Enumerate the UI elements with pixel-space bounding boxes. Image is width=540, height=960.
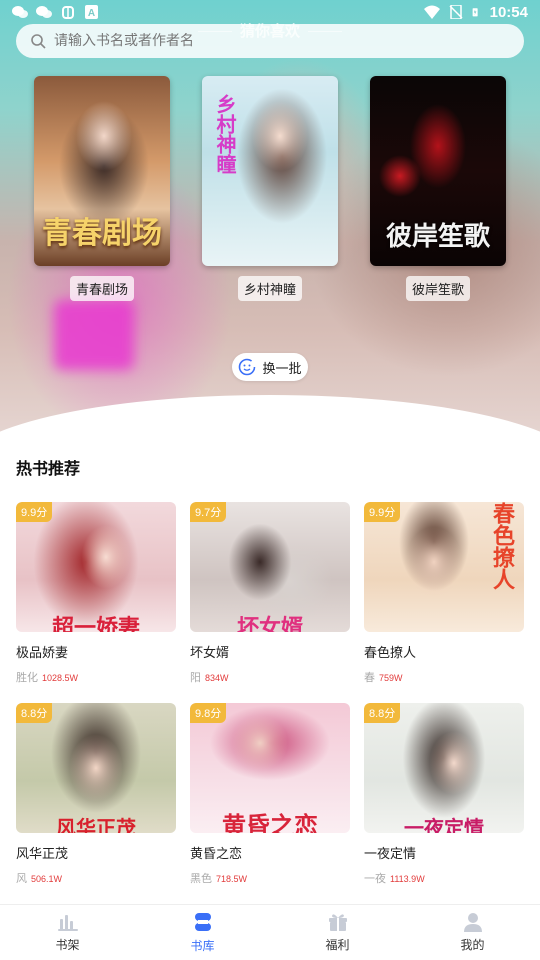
tab-mine[interactable]: 我的 [405, 905, 540, 960]
read-count: 1113.9W [390, 874, 425, 884]
book-meta: 黑色 718.5W [190, 870, 350, 886]
tab-label: 我的 [460, 938, 485, 952]
book-title: 彼岸笙歌 [405, 276, 470, 301]
hot-book-card[interactable]: 9.9分 春色撩人 春色撩人 春 759W [364, 502, 524, 685]
bookshelf-icon [57, 915, 78, 931]
read-count: 506.1W [31, 874, 63, 884]
cover-title: 彼岸笙歌 [385, 222, 490, 252]
book-author: 阳 [190, 671, 201, 684]
score-badge: 9.9分 [364, 502, 401, 522]
score-badge: 9.9分 [16, 502, 53, 522]
read-count: 718.5W [216, 874, 248, 884]
book-title: 乡村神瞳 [237, 276, 302, 301]
hot-book-card[interactable]: 9.8分 黄昏之恋 黄昏之恋 黑色 718.5W [190, 703, 350, 886]
book-meta: 阳 834W [190, 669, 350, 685]
score-badge: 8.8分 [364, 703, 401, 723]
guess-book-list: 青春剧场 青春剧场 乡村神瞳 乡村神瞳 彼岸笙歌 彼岸笙歌 [0, 76, 540, 306]
read-count: 1028.5W [42, 673, 79, 683]
book-author: 春 [364, 671, 375, 684]
hot-book-card[interactable]: 8.8分 风华正茂 风华正茂 风 506.1W [16, 703, 176, 886]
book-title: 青春剧场 [69, 276, 134, 301]
hot-book-card[interactable]: 9.9分 超一娇妻 极品娇妻 胜化 1028.5W [16, 502, 176, 685]
book-title: 风华正茂 [16, 847, 69, 862]
hero-decoration [54, 300, 134, 370]
cover-title: 一夜定情 [404, 816, 484, 833]
tab-label: 书架 [55, 938, 80, 952]
book-author: 一夜 [364, 872, 386, 885]
cover-title: 春色撩人 [489, 502, 514, 590]
book-author: 风 [16, 872, 27, 885]
smile-icon [239, 358, 256, 376]
status-bar: A 10:54 [0, 0, 540, 24]
gift-icon [328, 914, 347, 931]
tab-bookshelf[interactable]: 书架 [0, 905, 135, 960]
guess-book-2[interactable]: 乡村神瞳 乡村神瞳 [202, 76, 338, 301]
wifi-icon [423, 5, 440, 19]
svg-text:A: A [88, 8, 95, 19]
hot-section-title: 热书推荐 [16, 459, 81, 478]
cover-title: 超一娇妻 [51, 616, 140, 632]
search-bar[interactable] [16, 24, 524, 58]
read-count: 759W [379, 673, 403, 683]
sim-off-icon [449, 5, 463, 19]
guess-book-3[interactable]: 彼岸笙歌 彼岸笙歌 [370, 76, 506, 301]
cover-title: 黄昏之恋 [222, 811, 318, 834]
tab-library[interactable]: 书库 [135, 905, 270, 960]
hero-curve [0, 395, 540, 440]
book-title: 黄昏之恋 [190, 847, 243, 862]
battery-charging-icon [472, 8, 478, 17]
book-meta: 风 506.1W [16, 870, 176, 886]
read-count: 834W [205, 673, 229, 683]
score-badge: 8.8分 [16, 703, 53, 723]
book-cover[interactable]: 9.9分 春色撩人 [364, 502, 524, 632]
cover-title: 青春剧场 [42, 216, 162, 251]
book-cover[interactable]: 彼岸笙歌 [370, 76, 506, 266]
score-badge: 9.8分 [190, 703, 227, 723]
library-icon [194, 913, 211, 931]
book-cover[interactable]: 青春剧场 [34, 76, 170, 266]
tab-label: 书库 [190, 939, 215, 953]
cover-title: 乡村神瞳 [213, 94, 237, 174]
search-input[interactable] [54, 33, 474, 49]
bug-icon [62, 6, 74, 19]
hot-book-card[interactable]: 8.8分 一夜定情 一夜定情 一夜 1113.9W [364, 703, 524, 886]
book-title: 极品娇妻 [16, 646, 69, 661]
hot-book-card[interactable]: 9.7分 坏女婿 坏女婿 阳 834W [190, 502, 350, 685]
font-app-icon: A [85, 5, 98, 19]
book-title: 坏女婿 [190, 646, 230, 661]
book-meta: 春 759W [364, 669, 524, 685]
profile-icon [463, 913, 482, 932]
cover-title: 坏女婿 [236, 616, 303, 632]
search-icon [31, 34, 46, 49]
book-title: 一夜定情 [364, 847, 417, 862]
tab-label: 福利 [325, 938, 350, 952]
refresh-label: 换一批 [262, 361, 302, 377]
clock: 10:54 [489, 3, 528, 21]
wechat-icon [12, 6, 28, 18]
book-cover[interactable]: 9.7分 坏女婿 [190, 502, 350, 632]
book-cover[interactable]: 乡村神瞳 [202, 76, 338, 266]
book-author: 胜化 [16, 671, 38, 684]
book-cover[interactable]: 9.9分 超一娇妻 [16, 502, 176, 632]
refresh-button[interactable]: 换一批 [232, 353, 308, 381]
book-meta: 一夜 1113.9W [364, 870, 524, 886]
bottom-tab-bar: 书架 书库 福利 我的 [0, 904, 540, 960]
book-title: 春色撩人 [364, 646, 417, 661]
score-badge: 9.7分 [190, 502, 227, 522]
book-author: 黑色 [190, 872, 212, 885]
book-cover[interactable]: 8.8分 风华正茂 [16, 703, 176, 833]
book-cover[interactable]: 9.8分 黄昏之恋 [190, 703, 350, 833]
cover-title: 风华正茂 [56, 816, 136, 833]
book-cover[interactable]: 8.8分 一夜定情 [364, 703, 524, 833]
wechat-icon [36, 6, 52, 18]
guess-book-1[interactable]: 青春剧场 青春剧场 [34, 76, 170, 301]
tab-welfare[interactable]: 福利 [270, 905, 405, 960]
book-meta: 胜化 1028.5W [16, 669, 176, 685]
